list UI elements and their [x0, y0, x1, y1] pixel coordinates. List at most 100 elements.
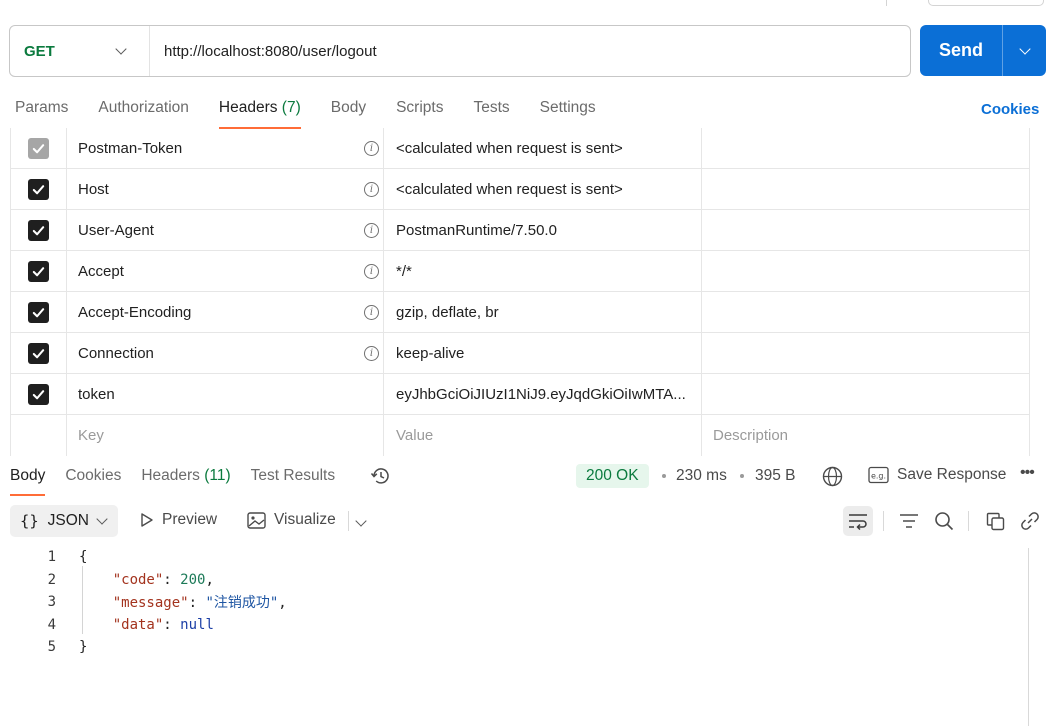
- history-icon[interactable]: [369, 466, 391, 491]
- more-icon[interactable]: •••: [1020, 464, 1035, 482]
- checkbox-cell: [10, 128, 67, 168]
- checkbox[interactable]: [28, 137, 49, 159]
- header-key: User-Agent: [78, 221, 154, 239]
- value-cell[interactable]: PostmanRuntime/7.50.0: [384, 210, 702, 250]
- code-line: 1{: [0, 546, 287, 569]
- response-time[interactable]: 230 ms: [676, 467, 727, 485]
- tab-label: Headers: [141, 467, 200, 484]
- tab-count: (7): [281, 99, 301, 116]
- table-row: User-Agent i PostmanRuntime/7.50.0: [10, 210, 1030, 251]
- line-number: 4: [47, 616, 56, 633]
- checkbox-cell: [10, 251, 67, 291]
- wrap-lines-button[interactable]: [843, 506, 873, 536]
- checkbox[interactable]: [28, 383, 49, 405]
- wrap-lines-icon: [849, 514, 867, 530]
- value-cell[interactable]: <calculated when request is sent>: [384, 128, 702, 168]
- preview-button[interactable]: Preview: [140, 511, 217, 529]
- response-size[interactable]: 395 B: [755, 467, 796, 485]
- key-cell[interactable]: Postman-Token i: [67, 128, 384, 168]
- tab-response-headers[interactable]: Headers (11): [141, 456, 230, 496]
- search-button[interactable]: [929, 506, 959, 536]
- status-badge[interactable]: 200 OK: [576, 464, 649, 488]
- send-button[interactable]: Send: [920, 25, 1003, 76]
- key-cell[interactable]: Connection i: [67, 333, 384, 373]
- check-icon: [32, 389, 45, 399]
- key-cell[interactable]: token: [67, 374, 384, 414]
- line-number: 3: [47, 594, 56, 611]
- filter-button[interactable]: [894, 506, 924, 536]
- format-select[interactable]: {} JSON: [10, 505, 118, 537]
- tab-body[interactable]: Body: [331, 99, 366, 129]
- info-icon[interactable]: i: [364, 304, 379, 320]
- table-row: Connection i keep-alive: [10, 333, 1030, 374]
- description-cell[interactable]: [702, 128, 1030, 168]
- tab-test-results[interactable]: Test Results: [251, 456, 335, 496]
- tab-headers[interactable]: Headers (7): [218, 99, 301, 129]
- checkbox[interactable]: [28, 178, 49, 200]
- new-description-input[interactable]: Description: [702, 415, 1030, 456]
- checkbox-cell: [10, 333, 67, 373]
- tab-scripts[interactable]: Scripts: [396, 99, 443, 129]
- divider: [883, 511, 884, 531]
- url-bar: GET http://localhost:8080/user/logout: [9, 25, 911, 77]
- tab-response-body[interactable]: Body: [10, 456, 46, 496]
- response-body-editor[interactable]: 1{ 2 "code": 200, 3 "message": "注销成功", 4…: [0, 546, 287, 659]
- key-cell[interactable]: Accept i: [67, 251, 384, 291]
- checkbox[interactable]: [28, 219, 49, 241]
- key-cell[interactable]: Accept-Encoding i: [67, 292, 384, 332]
- tab-settings[interactable]: Settings: [540, 99, 596, 129]
- url-input[interactable]: http://localhost:8080/user/logout: [150, 43, 910, 60]
- save-response-button[interactable]: e.g. Save Response: [868, 466, 1006, 484]
- new-key-input[interactable]: Key: [67, 415, 384, 456]
- check-icon: [32, 348, 45, 358]
- tab-response-cookies[interactable]: Cookies: [65, 456, 121, 496]
- preview-label: Preview: [162, 511, 218, 528]
- scrollbar-track[interactable]: [1028, 548, 1029, 726]
- copy-button[interactable]: [980, 506, 1010, 536]
- visualize-dropdown[interactable]: [355, 512, 367, 530]
- info-icon[interactable]: i: [364, 222, 379, 238]
- tab-count: (11): [204, 467, 231, 484]
- info-icon[interactable]: i: [364, 263, 379, 279]
- value-cell[interactable]: */*: [384, 251, 702, 291]
- globe-icon[interactable]: [822, 466, 843, 492]
- key-cell[interactable]: Host i: [67, 169, 384, 209]
- tab-label: Headers: [218, 99, 278, 116]
- description-cell[interactable]: [702, 210, 1030, 250]
- checkbox[interactable]: [28, 301, 49, 323]
- play-icon: [141, 513, 153, 527]
- checkbox-cell: [10, 169, 67, 209]
- visualize-label: Visualize: [274, 511, 336, 528]
- header-key: Connection: [78, 344, 154, 362]
- visualize-button[interactable]: Visualize: [247, 511, 336, 529]
- example-icon: e.g.: [868, 466, 889, 484]
- link-button[interactable]: [1015, 506, 1045, 536]
- request-tabs: Params Authorization Headers (7) Body Sc…: [15, 99, 626, 129]
- check-icon: [32, 143, 45, 153]
- description-cell[interactable]: [702, 251, 1030, 291]
- new-value-input[interactable]: Value: [384, 415, 702, 456]
- tab-tests[interactable]: Tests: [473, 99, 509, 129]
- tab-authorization[interactable]: Authorization: [98, 99, 188, 129]
- description-cell[interactable]: [702, 169, 1030, 209]
- value-cell[interactable]: <calculated when request is sent>: [384, 169, 702, 209]
- info-icon[interactable]: i: [364, 345, 379, 361]
- key-cell[interactable]: User-Agent i: [67, 210, 384, 250]
- info-icon[interactable]: i: [364, 181, 379, 197]
- checkbox[interactable]: [28, 260, 49, 282]
- checkbox[interactable]: [28, 342, 49, 364]
- cookies-link[interactable]: Cookies: [981, 101, 1039, 118]
- value-cell[interactable]: eyJhbGciOiJIUzI1NiJ9.eyJqdGkiOiIwMTA...: [384, 374, 702, 414]
- value-cell[interactable]: keep-alive: [384, 333, 702, 373]
- check-icon: [32, 266, 45, 276]
- description-cell[interactable]: [702, 374, 1030, 414]
- tab-label: Params: [15, 99, 69, 116]
- value-cell[interactable]: gzip, deflate, br: [384, 292, 702, 332]
- send-options-button[interactable]: [1003, 25, 1046, 76]
- info-icon[interactable]: i: [364, 140, 379, 156]
- tab-params[interactable]: Params: [15, 99, 68, 129]
- description-cell[interactable]: [702, 292, 1030, 332]
- json-key: "code": [112, 571, 164, 588]
- method-select[interactable]: GET: [10, 26, 150, 76]
- description-cell[interactable]: [702, 333, 1030, 373]
